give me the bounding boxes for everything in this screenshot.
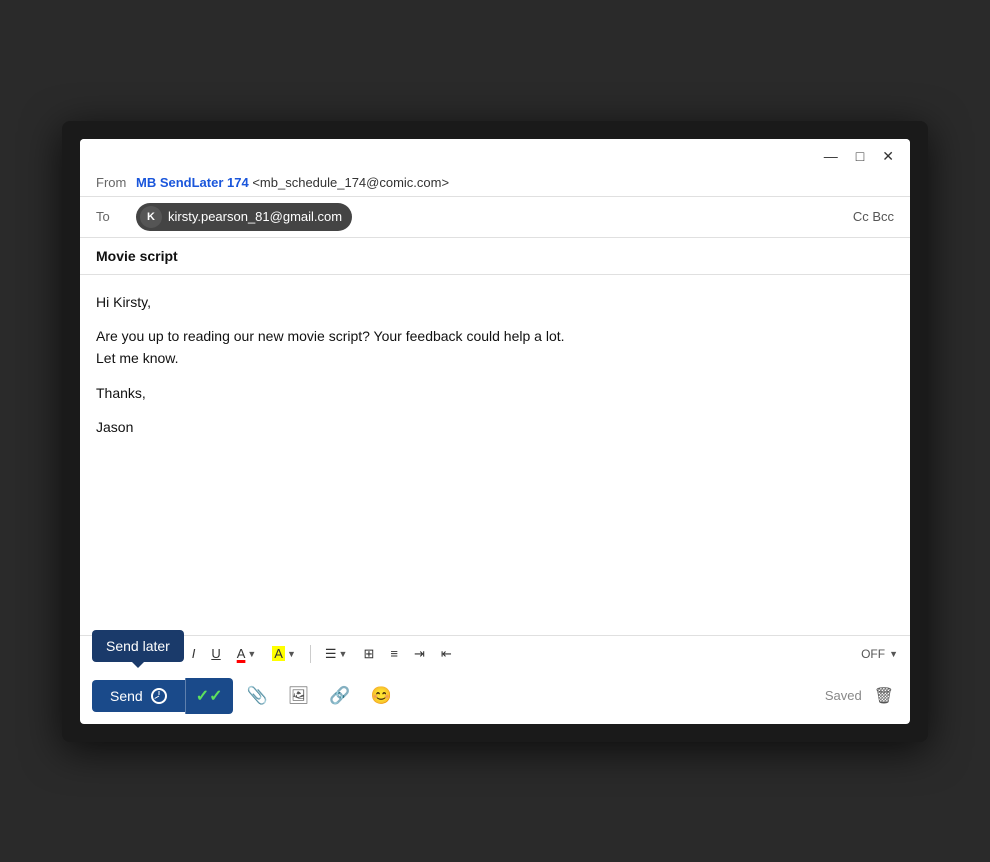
to-email-text: kirsty.pearson_81@gmail.com [168,209,342,224]
from-name: MB SendLater 174 [136,175,249,190]
to-avatar: K [140,206,162,228]
to-chip[interactable]: K kirsty.pearson_81@gmail.com [136,203,352,231]
off-dropdown-arrow: ▼ [889,649,898,659]
to-label: To [96,209,136,224]
highlight-button[interactable]: A ▼ [266,642,302,665]
highlight-dropdown-arrow: ▼ [287,649,296,659]
clock-icon [151,688,167,704]
outdent-button[interactable]: ⇤ [435,642,458,666]
unordered-list-button[interactable]: ≡ [384,642,404,665]
title-bar: — □ ✕ [80,139,910,169]
cc-bcc-button[interactable]: Cc Bcc [853,209,894,224]
text-color-button[interactable]: A ▼ [231,642,263,665]
indent-button[interactable]: ⇥ [408,642,431,666]
emoji-button[interactable]: 😊 [364,680,397,712]
align-button[interactable]: ☰ ▼ [319,642,354,666]
formatting-toolbar: Arial 10 ▼ B I U A ▼ A ▼ ☰ ▼ ⊞ ≡ [80,635,910,672]
greeting: Hi Kirsty, [96,291,894,313]
close-button[interactable]: ✕ [878,147,898,165]
checkmark-icon: ✓✓ [196,686,223,706]
link-button[interactable]: 🔗 [323,680,356,712]
body-paragraph1: Are you up to reading our new movie scri… [96,325,894,370]
maximize-button[interactable]: □ [852,147,868,165]
compose-window: — □ ✕ From MB SendLater 174 <mb_schedule… [80,139,910,724]
underline-button[interactable]: U [205,642,226,665]
clock-minute-hand [154,695,159,698]
subject-text: Movie script [96,248,178,264]
align-dropdown-arrow: ▼ [339,649,348,659]
action-bar: Send later Send ✓✓ 📎 🖼 🔗 😊 Saved [80,672,910,724]
image-button[interactable]: 🖼 [282,680,316,712]
clock-hour-hand [158,691,159,695]
saved-status: Saved 🗑 [825,682,898,710]
saved-label-text: Saved [825,688,862,703]
from-row: From MB SendLater 174 <mb_schedule_174@c… [80,169,910,197]
minimize-button[interactable]: — [820,147,842,165]
trash-button[interactable]: 🗑 [870,682,898,710]
text-color-dropdown-arrow: ▼ [247,649,256,659]
from-email: <mb_schedule_174@comic.com> [252,175,449,190]
send-button-group: Send later Send ✓✓ [92,678,233,714]
body-signature: Jason [96,416,894,438]
email-body[interactable]: Hi Kirsty, Are you up to reading our new… [80,275,910,635]
body-closing: Thanks, [96,382,894,404]
from-sender: MB SendLater 174 <mb_schedule_174@comic.… [136,175,449,190]
toolbar-separator-1 [310,645,311,663]
off-label: OFF [861,647,885,661]
checkmark-button[interactable]: ✓✓ [185,678,233,714]
attach-button[interactable]: 📎 [241,680,274,712]
subject-row: Movie script [80,238,910,275]
send-later-tooltip[interactable]: Send later [92,630,184,662]
from-label: From [96,175,136,190]
window-shadow: — □ ✕ From MB SendLater 174 <mb_schedule… [62,121,928,742]
to-row: To K kirsty.pearson_81@gmail.com Cc Bcc [80,197,910,238]
ordered-list-button[interactable]: ⊞ [357,642,380,666]
off-toggle[interactable]: OFF ▼ [861,647,898,661]
send-label: Send [110,688,143,704]
title-bar-controls: — □ ✕ [820,147,898,165]
italic-button[interactable]: I [186,642,202,665]
send-button[interactable]: Send [92,680,185,712]
